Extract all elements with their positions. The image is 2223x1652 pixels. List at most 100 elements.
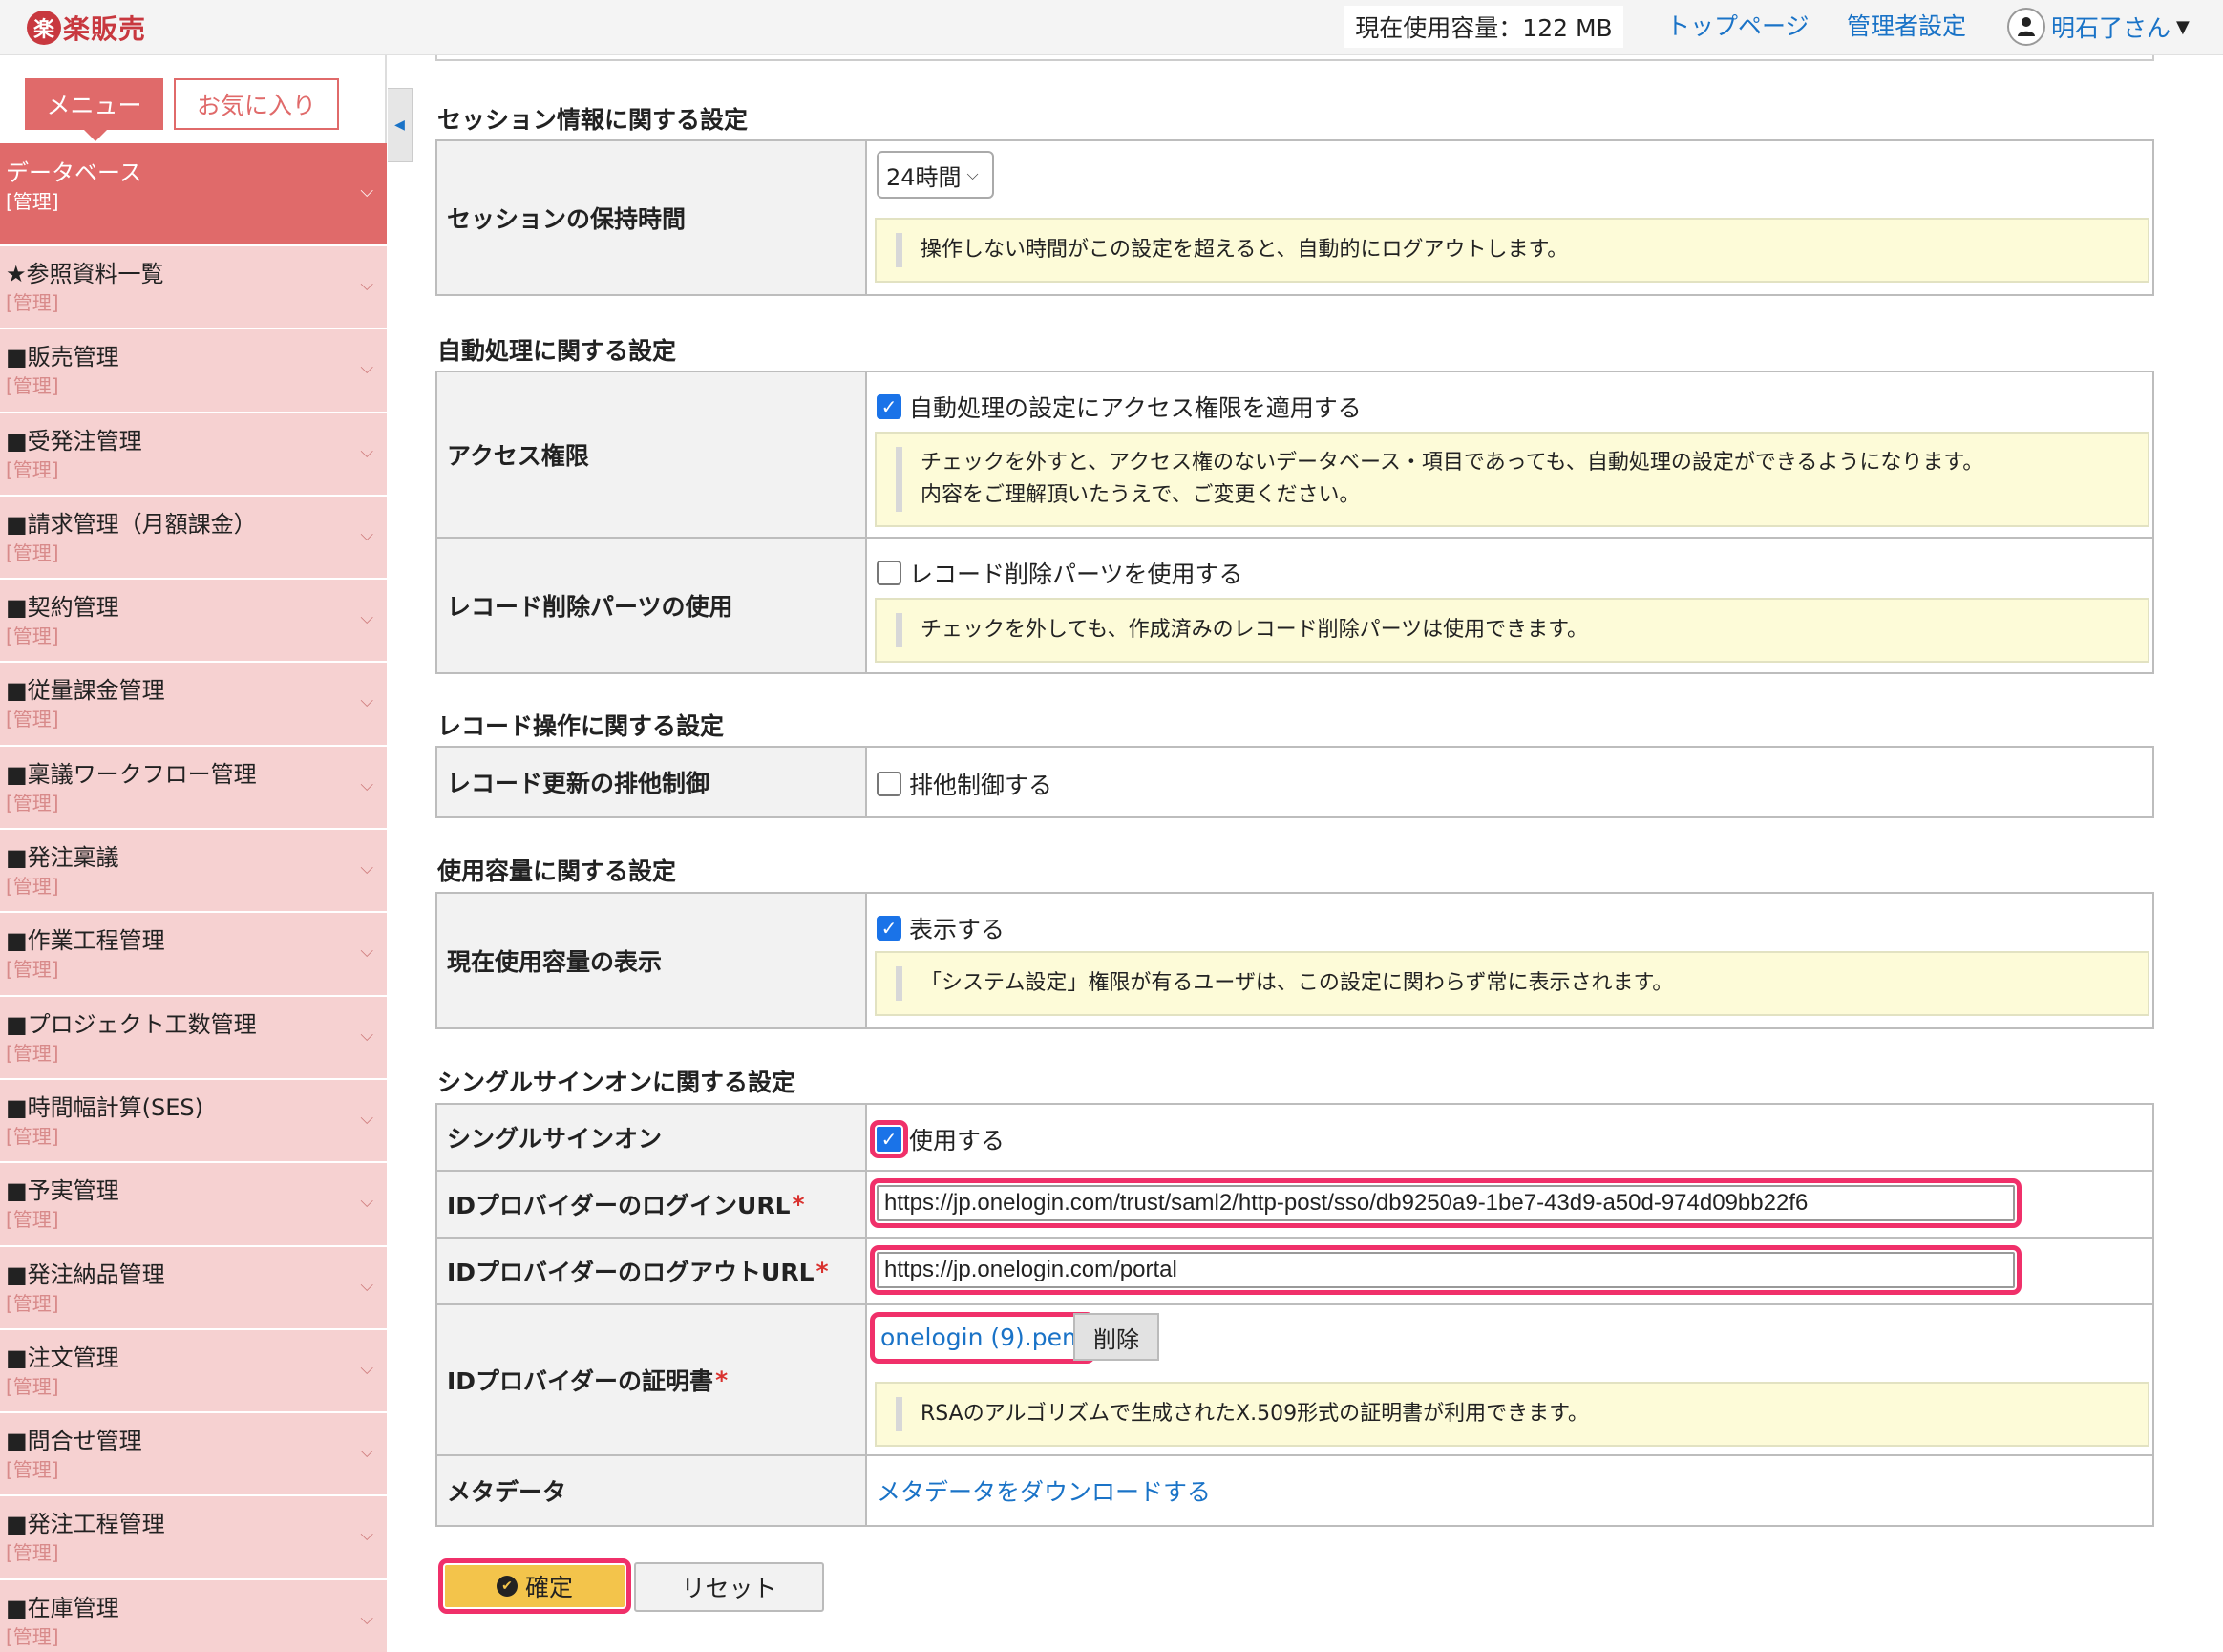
checkbox-label: 排他制御する [909, 772, 1053, 799]
sidebar-item[interactable]: ■発注工程管理 [管理] ⌵ [0, 1496, 387, 1580]
user-menu[interactable]: 明石了さん ▼ [2007, 8, 2190, 46]
chevron-down-icon[interactable]: ⌵ [360, 181, 373, 201]
sidebar-item-label: ■在庫管理 [6, 1594, 119, 1621]
checkbox-box[interactable]: ✓ [870, 1120, 908, 1158]
sidebar-item[interactable]: ■時間幅計算(SES) [管理] ⌵ [0, 1079, 387, 1164]
label-text: IDプロバイダーの証明書 [447, 1367, 714, 1395]
user-avatar-icon [2007, 8, 2045, 46]
row-login-url: IDプロバイダーのログインURL * https://jp.onelogin.co… [437, 1172, 2152, 1239]
logo-text: 楽販売 [63, 13, 147, 45]
section-title-capacity: 使用容量に関する設定 [437, 858, 677, 885]
reset-button[interactable]: リセット [634, 1562, 824, 1612]
chevron-down-icon[interactable]: ⌵ [360, 942, 373, 962]
login-url-input[interactable]: https://jp.onelogin.com/trust/saml2/http… [870, 1178, 2022, 1228]
chevron-down-icon[interactable]: ⌵ [360, 1442, 373, 1462]
chevron-down-icon[interactable]: ⌵ [360, 442, 373, 462]
metadata-download-link[interactable]: メタデータをダウンロードする [877, 1473, 1211, 1508]
admin-settings-link[interactable]: 管理者設定 [1847, 10, 1966, 44]
sidebar-item[interactable]: ■予実管理 [管理] ⌵ [0, 1163, 387, 1247]
sidebar-item-sub: [管理] [6, 1124, 59, 1148]
record-delete-checkbox[interactable]: レコード削除パーツを使用する [877, 556, 1243, 590]
checkbox-box[interactable]: ✓ [877, 394, 901, 419]
chevron-down-icon[interactable]: ⌵ [360, 1026, 373, 1046]
chevron-down-icon[interactable]: ⌵ [360, 275, 373, 295]
label-text: IDプロバイダーのログインURL [447, 1192, 791, 1219]
capacity-checkbox[interactable]: ✓ 表示する [877, 911, 1005, 945]
chevron-down-icon[interactable]: ⌵ [360, 1359, 373, 1379]
value-session-duration: 24時間 ⌵ 操作しない時間がこの設定を超えると、自動的にログアウトします。 [867, 141, 2152, 294]
top-page-link[interactable]: トップページ [1666, 10, 1810, 44]
chevron-down-icon[interactable]: ⌵ [360, 358, 373, 378]
sidebar-collapse-toggle[interactable]: ◀ [388, 88, 413, 162]
sidebar-item[interactable]: ■請求管理（月額課金） [管理] ⌵ [0, 496, 387, 581]
sidebar-item[interactable]: ■発注稟議 [管理] ⌵ [0, 830, 387, 914]
sidebar-item-sub: [管理] [6, 1624, 59, 1648]
sidebar-item-label: ■発注稟議 [6, 844, 119, 872]
certificate-file-link[interactable]: onelogin (9).pem [869, 1312, 1096, 1364]
sidebar-item-label: ■受発注管理 [6, 427, 142, 455]
sidebar-item[interactable]: ■販売管理 [管理] ⌵ [0, 329, 387, 413]
label-sso: シングルサインオン [437, 1105, 867, 1170]
sidebar-item-label: データベース [6, 159, 142, 186]
sidebar-item[interactable]: ■プロジェクト工数管理 [管理] ⌵ [0, 996, 387, 1080]
chevron-down-icon[interactable]: ⌵ [360, 608, 373, 628]
sidebar-item-sub: [管理] [6, 1208, 59, 1232]
chevron-down-icon[interactable]: ⌵ [360, 775, 373, 795]
chevron-down-icon[interactable]: ⌵ [360, 1276, 373, 1296]
checkbox-box[interactable] [877, 561, 901, 585]
sso-checkbox[interactable]: ✓ 使用する [870, 1120, 1005, 1158]
session-table: セッションの保持時間 24時間 ⌵ 操作しない時間がこの設定を超えると、自動的に… [435, 139, 2154, 296]
sidebar-item[interactable]: ■受発注管理 [管理] ⌵ [0, 413, 387, 497]
chevron-down-icon[interactable]: ⌵ [360, 1609, 373, 1629]
sidebar-item[interactable]: ■作業工程管理 [管理] ⌵ [0, 913, 387, 997]
tab-favorites[interactable]: お気に入り [174, 78, 339, 130]
access-checkbox[interactable]: ✓ 自動処理の設定にアクセス権限を適用する [877, 390, 1362, 424]
sidebar-item[interactable]: ■在庫管理 [管理] ⌵ [0, 1579, 387, 1652]
sidebar-item-database[interactable]: データベース [管理] ⌵ [0, 143, 387, 246]
sidebar-item-sub: [管理] [6, 1374, 59, 1398]
sidebar-item-sub: [管理] [6, 457, 59, 481]
sidebar-item[interactable]: ■問合せ管理 [管理] ⌵ [0, 1413, 387, 1497]
app-logo[interactable]: 楽 楽販売 [27, 10, 146, 46]
value-exclusive: 排他制御する [867, 748, 2152, 816]
access-note: チェックを外すと、アクセス権のないデータベース・項目であっても、自動処理の設定が… [875, 432, 2149, 527]
sidebar-item[interactable]: ■発注納品管理 [管理] ⌵ [0, 1246, 387, 1330]
chevron-down-icon[interactable]: ⌵ [360, 1525, 373, 1545]
section-title-sso: シングルサインオンに関する設定 [437, 1069, 796, 1096]
logout-url-input[interactable]: https://jp.onelogin.com/portal [870, 1245, 2022, 1295]
label-logout-url: IDプロバイダーのログアウトURL * [437, 1239, 867, 1303]
confirm-button[interactable]: ✔ 確定 [438, 1558, 631, 1614]
value-certificate: onelogin (9).pem 削除 RSAのアルゴリズムで生成されたX.50… [867, 1305, 2152, 1454]
top-header: 楽 楽販売 現在使用容量：122 MB トップページ 管理者設定 明石了さん ▼ [0, 0, 2223, 55]
record-table: レコード更新の排他制御 排他制御する [435, 746, 2154, 818]
chevron-down-icon[interactable]: ⌵ [360, 858, 373, 879]
sidebar-item-label: ■発注納品管理 [6, 1260, 165, 1288]
checkbox-box[interactable]: ✓ [877, 916, 901, 941]
note-text: チェックを外しても、作成済みのレコード削除パーツは使用できます。 [921, 618, 1588, 642]
sidebar-item[interactable]: ■契約管理 [管理] ⌵ [0, 580, 387, 664]
sidebar-item-label: ■請求管理（月額課金） [6, 510, 257, 538]
row-exclusive: レコード更新の排他制御 排他制御する [437, 748, 2152, 816]
chevron-down-icon[interactable]: ⌵ [360, 1192, 373, 1212]
value-metadata: メタデータをダウンロードする [867, 1456, 2152, 1525]
sidebar-item[interactable]: ■稟議ワークフロー管理 [管理] ⌵ [0, 746, 387, 831]
sidebar-item-label: ■契約管理 [6, 594, 119, 622]
required-mark: * [792, 1190, 805, 1218]
sidebar-item-sub: [管理] [6, 540, 59, 564]
sidebar-item-label: ■発注工程管理 [6, 1511, 165, 1538]
chevron-down-icon[interactable]: ⌵ [360, 1109, 373, 1129]
sidebar-item[interactable]: ■従量課金管理 [管理] ⌵ [0, 663, 387, 747]
chevron-down-icon[interactable]: ⌵ [360, 691, 373, 711]
chevron-down-icon[interactable]: ⌵ [360, 525, 373, 545]
row-metadata: メタデータ メタデータをダウンロードする [437, 1456, 2152, 1525]
row-session-duration: セッションの保持時間 24時間 ⌵ 操作しない時間がこの設定を超えると、自動的に… [437, 141, 2152, 294]
session-duration-select[interactable]: 24時間 ⌵ [877, 151, 994, 199]
checkbox-box[interactable] [877, 772, 901, 796]
exclusive-checkbox[interactable]: 排他制御する [877, 767, 1052, 801]
checkbox-label: 自動処理の設定にアクセス権限を適用する [909, 394, 1362, 422]
sidebar-item-label: ■プロジェクト工数管理 [6, 1010, 257, 1038]
sidebar-item[interactable]: ■注文管理 [管理] ⌵ [0, 1329, 387, 1414]
tab-menu[interactable]: メニュー [25, 78, 163, 141]
certificate-delete-button[interactable]: 削除 [1073, 1313, 1159, 1361]
sidebar-item[interactable]: ★参照資料一覧 [管理] ⌵ [0, 246, 387, 330]
